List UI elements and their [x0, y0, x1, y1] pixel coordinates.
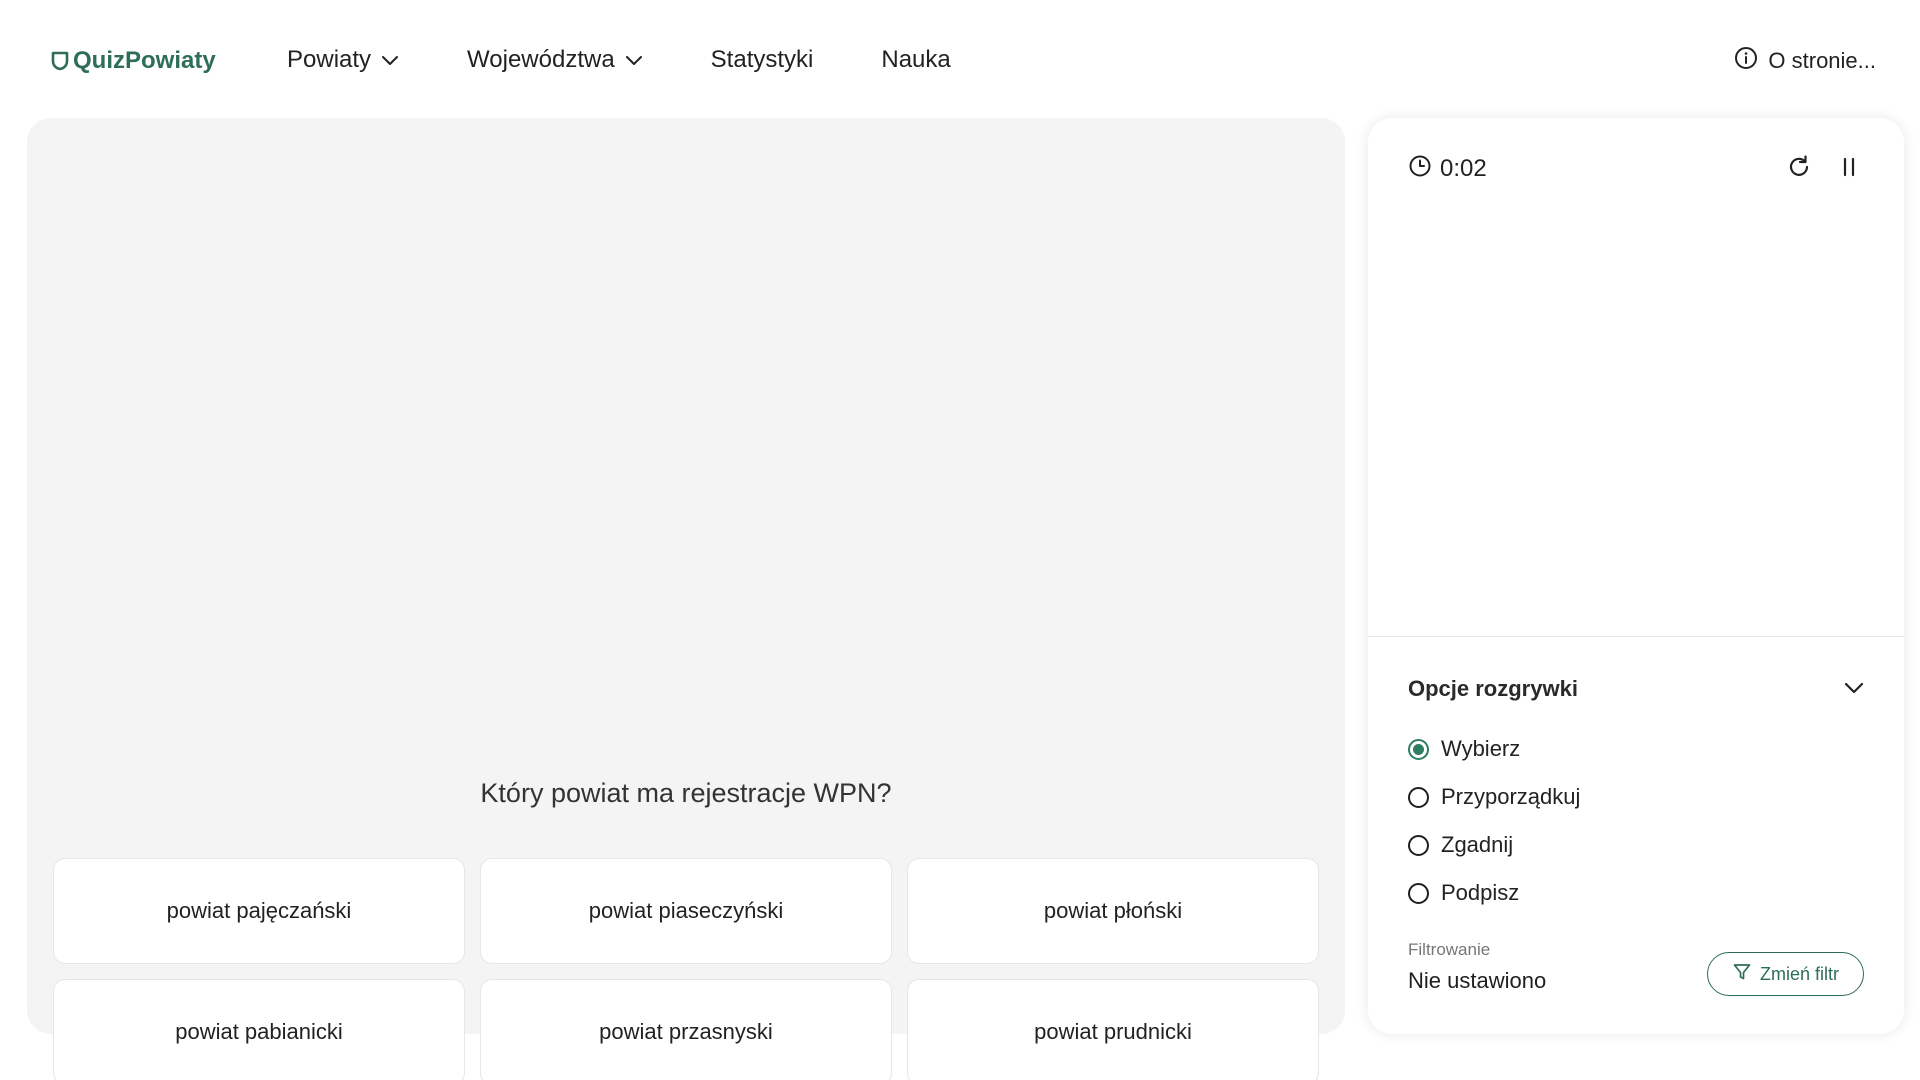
game-mode-radio-group: Wybierz Przyporządkuj Zgadnij Podpisz: [1408, 734, 1580, 926]
pause-button[interactable]: [1834, 154, 1864, 184]
mode-option-przyporzadkuj[interactable]: Przyporządkuj: [1408, 782, 1580, 812]
answer-option[interactable]: powiat przasnyski: [480, 979, 892, 1080]
nav-item-statystyki[interactable]: Statystyki: [711, 46, 814, 74]
game-options-title: Opcje rozgrywki: [1408, 676, 1578, 701]
change-filter-label: Zmień filtr: [1759, 963, 1839, 984]
mode-label: Zgadnij: [1441, 832, 1514, 857]
answer-option[interactable]: powiat pajęczański: [53, 858, 465, 964]
nav-item-label: Statystyki: [710, 46, 814, 73]
restart-button[interactable]: [1784, 154, 1814, 184]
chevron-down-icon: [381, 46, 399, 74]
page: QuizPowiaty Powiaty Województwa Statysty…: [0, 0, 1920, 1080]
answer-option[interactable]: powiat pabianicki: [53, 979, 465, 1080]
chevron-down-icon: [625, 46, 643, 74]
answer-option[interactable]: powiat płoński: [907, 858, 1319, 964]
shield-icon: [51, 51, 69, 71]
quiz-panel: Który powiat ma rejestracje WPN? powiat …: [27, 118, 1345, 1080]
top-nav: QuizPowiaty Powiaty Województwa Statysty…: [0, 0, 1920, 120]
clock-icon: [1408, 154, 1432, 185]
mode-label: Wybierz: [1441, 736, 1521, 761]
timer-value: 0:02: [1440, 155, 1487, 182]
radio-button[interactable]: [1408, 738, 1429, 760]
nav-item-powiaty[interactable]: Powiaty: [287, 46, 399, 74]
options-collapse-toggle[interactable]: [1842, 678, 1866, 702]
radio-button[interactable]: [1408, 882, 1429, 904]
answer-option[interactable]: powiat prudnicki: [907, 979, 1319, 1080]
mode-option-zgadnij[interactable]: Zgadnij: [1408, 830, 1580, 860]
mode-option-podpisz[interactable]: Podpisz: [1408, 878, 1580, 908]
question-text: Który powiat ma rejestracje WPN?: [480, 778, 892, 808]
nav-item-wojewodztwa[interactable]: Województwa: [467, 46, 643, 74]
change-filter-button[interactable]: Zmień filtr: [1706, 952, 1864, 996]
logo-text: QuizPowiaty: [73, 47, 216, 74]
filter-label: Filtrowanie: [1408, 940, 1491, 959]
mode-label: Przyporządkuj: [1441, 784, 1581, 809]
pause-icon: [1838, 156, 1860, 183]
nav-item-label: Powiaty: [287, 46, 372, 73]
nav-item-nauka[interactable]: Nauka: [881, 46, 950, 74]
about-label: O stronie...: [1768, 48, 1876, 73]
answer-grid: powiat pajęczański powiat piaseczyński p…: [53, 858, 1319, 1080]
chevron-down-icon: [1844, 681, 1864, 699]
nav-item-label: Nauka: [881, 46, 951, 73]
divider: [1368, 636, 1904, 637]
answer-option[interactable]: powiat piaseczyński: [480, 858, 892, 964]
main-nav: Powiaty Województwa Statystyki Nauka: [287, 40, 951, 80]
mode-label: Podpisz: [1441, 880, 1520, 905]
info-icon: [1734, 46, 1758, 76]
radio-button[interactable]: [1408, 834, 1429, 856]
mode-option-wybierz[interactable]: Wybierz: [1408, 734, 1580, 764]
filter-icon: [1732, 962, 1752, 987]
radio-button[interactable]: [1408, 786, 1429, 808]
filter-value: Nie ustawiono: [1408, 968, 1547, 993]
about-link[interactable]: O stronie...: [1734, 46, 1876, 76]
restart-icon: [1786, 154, 1812, 185]
nav-item-label: Województwa: [467, 46, 615, 73]
site-logo[interactable]: QuizPowiaty: [51, 46, 216, 76]
timer: 0:02: [1408, 154, 1487, 184]
side-panel: 0:02 Opcje rozgrywki Wybierz Przyporządk…: [1368, 118, 1904, 1034]
